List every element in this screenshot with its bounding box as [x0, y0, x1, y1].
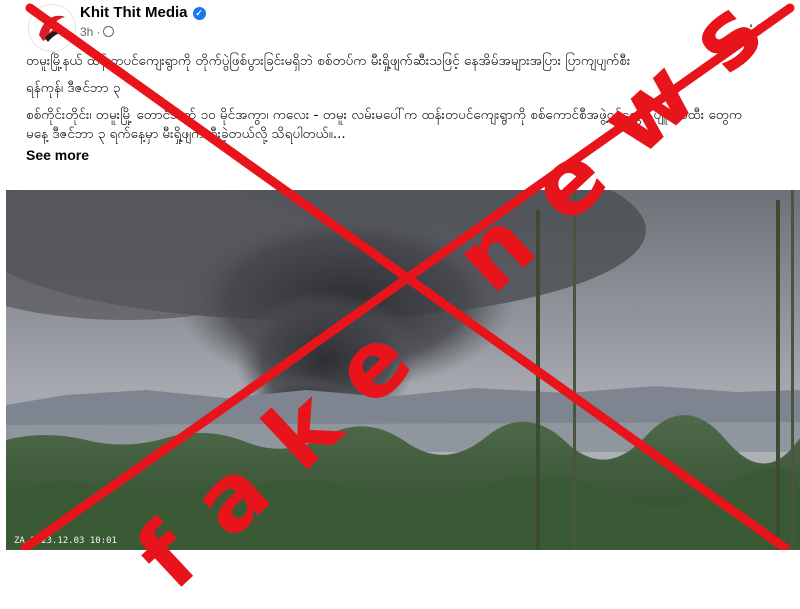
post-dateline: ရန်ကုန်၊ ဒီဇင်ဘာ ၃ — [26, 80, 121, 96]
photo-timestamp: ZA 2023.12.03 10:01 — [14, 536, 117, 546]
globe-icon — [103, 26, 115, 37]
smoke-landscape-image — [6, 190, 800, 550]
post-time[interactable]: 3h — [80, 25, 93, 39]
post-text: တမူးမြို့နယ် ထန်းတပင်ကျေးရွာကို တိုက်ပွဲ… — [26, 52, 766, 165]
see-more-link[interactable]: See more — [26, 146, 766, 165]
khit-thit-logo-icon — [29, 5, 75, 51]
facebook-post: Khit Thit Media ✓ 3h · ... တမူးမြို့နယ် ထန… — [0, 0, 800, 550]
page-name-text[interactable]: Khit Thit Media — [80, 4, 188, 21]
page-name[interactable]: Khit Thit Media ✓ — [80, 4, 206, 21]
page-avatar[interactable] — [28, 4, 76, 52]
post-photo[interactable]: ZA 2023.12.03 10:01 — [6, 190, 800, 550]
more-options-button[interactable]: ... — [748, 8, 770, 32]
post-meta: 3h · — [80, 25, 115, 39]
verified-badge-icon: ✓ — [192, 7, 206, 20]
post-headline: တမူးမြို့နယ် ထန်းတပင်ကျေးရွာကို တိုက်ပွဲ… — [26, 53, 631, 69]
post-body: စစ်ကိုင်းတိုင်း၊ တမူးမြို့ တောင်ဘက် ၁၀ မ… — [26, 107, 743, 142]
